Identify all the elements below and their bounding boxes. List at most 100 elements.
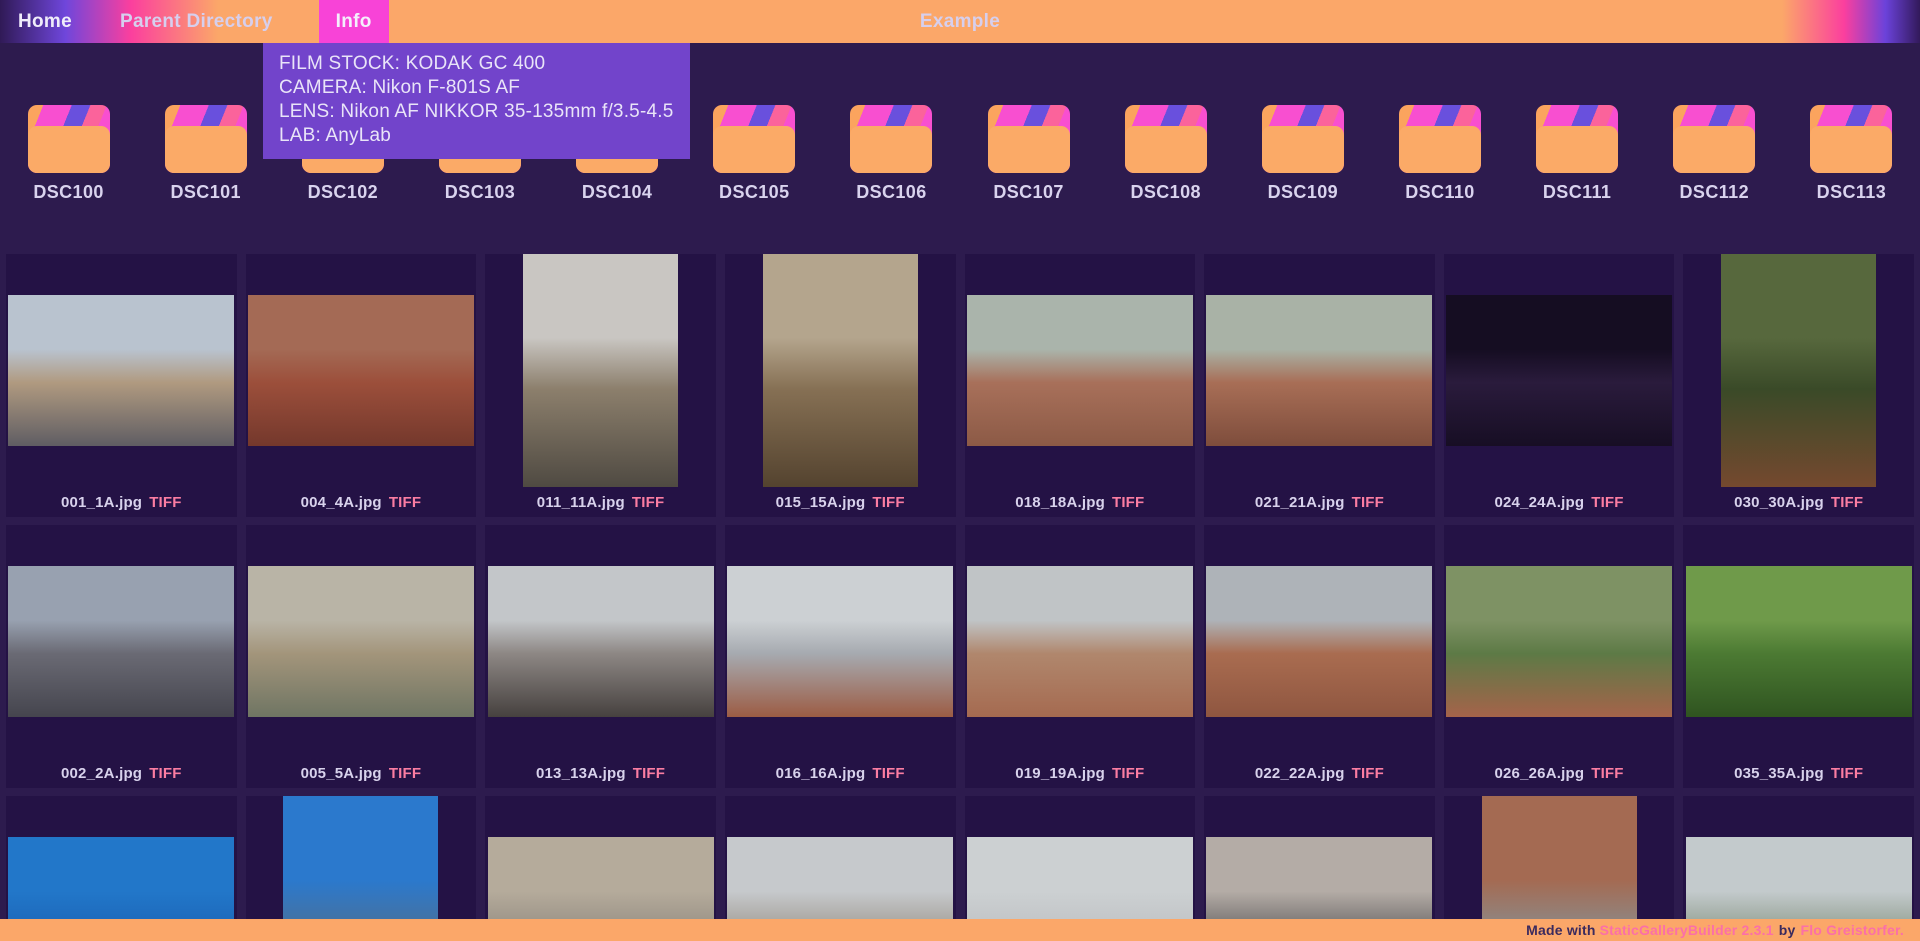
nav-parent-directory-link[interactable]: Parent Directory (104, 0, 289, 43)
tiff-link[interactable]: TIFF (389, 494, 421, 511)
photo-filename-link[interactable]: 015_15A.jpg (776, 494, 866, 511)
folder-item-dsc108[interactable]: DSC108 (1097, 105, 1234, 210)
photo-filename-link[interactable]: 018_18A.jpg (1015, 494, 1105, 511)
tiff-link[interactable]: TIFF (1831, 765, 1863, 782)
info-lab: LAB: AnyLab (279, 124, 674, 148)
photo-caption: 026_26A.jpg TIFF (1494, 758, 1623, 788)
thumbnail-box (1204, 254, 1435, 487)
thumbnail-box (485, 525, 716, 758)
footer-author-link[interactable]: Flo Greistorfer. (1800, 922, 1904, 938)
info-lens: LENS: Nikon AF NIKKOR 35-135mm f/3.5-4.5 (279, 100, 674, 124)
photo-caption: 005_5A.jpg TIFF (301, 758, 422, 788)
folder-item-dsc100[interactable]: DSC100 (0, 105, 137, 210)
photo-filename-link[interactable]: 001_1A.jpg (61, 494, 142, 511)
folder-label: DSC111 (1543, 182, 1611, 203)
folder-label: DSC109 (1268, 182, 1338, 203)
folder-item-dsc101[interactable]: DSC101 (137, 105, 274, 210)
tiff-link[interactable]: TIFF (1352, 494, 1384, 511)
folder-item-dsc112[interactable]: DSC112 (1646, 105, 1783, 210)
photo-thumbnail[interactable] (967, 295, 1193, 446)
tiff-link[interactable]: TIFF (633, 765, 665, 782)
gallery-cell: 013_13A.jpg TIFF (485, 525, 716, 788)
tiff-link[interactable]: TIFF (872, 765, 904, 782)
tiff-link[interactable]: TIFF (1591, 494, 1623, 511)
photo-thumbnail[interactable] (1206, 295, 1432, 446)
folder-item-dsc106[interactable]: DSC106 (823, 105, 960, 210)
folder-item-dsc111[interactable]: DSC111 (1509, 105, 1646, 210)
photo-filename-link[interactable]: 005_5A.jpg (301, 765, 382, 782)
folder-label: DSC106 (856, 182, 926, 203)
tiff-link[interactable]: TIFF (872, 494, 904, 511)
gallery-cell: 005_5A.jpg TIFF (246, 525, 477, 788)
photo-filename-link[interactable]: 013_13A.jpg (536, 765, 626, 782)
nav-home-link[interactable]: Home (2, 0, 88, 43)
photo-thumbnail[interactable] (967, 566, 1193, 717)
photo-thumbnail[interactable] (1721, 254, 1876, 487)
photo-thumbnail[interactable] (1686, 566, 1912, 717)
photo-caption: 013_13A.jpg TIFF (536, 758, 665, 788)
gallery-cell: 001_1A.jpg TIFF (6, 254, 237, 517)
folder-item-dsc110[interactable]: DSC110 (1371, 105, 1508, 210)
gallery-cell: 004_4A.jpg TIFF (246, 254, 477, 517)
photo-filename-link[interactable]: 011_11A.jpg (537, 494, 625, 511)
tiff-link[interactable]: TIFF (1831, 494, 1863, 511)
gallery-cell: 026_26A.jpg TIFF (1444, 525, 1675, 788)
photo-caption: 021_21A.jpg TIFF (1255, 487, 1384, 517)
photo-filename-link[interactable]: 024_24A.jpg (1494, 494, 1584, 511)
folder-item-dsc107[interactable]: DSC107 (960, 105, 1097, 210)
folder-label: DSC107 (993, 182, 1063, 203)
photo-caption: 016_16A.jpg TIFF (776, 758, 905, 788)
tiff-link[interactable]: TIFF (632, 494, 664, 511)
photo-caption: 030_30A.jpg TIFF (1734, 487, 1863, 517)
gallery-cell: 016_16A.jpg TIFF (725, 525, 956, 788)
footer-builder-link[interactable]: StaticGalleryBuilder 2.3.1 (1600, 922, 1774, 938)
folder-item-dsc105[interactable]: DSC105 (686, 105, 823, 210)
thumbnail-box (725, 254, 956, 487)
photo-thumbnail[interactable] (8, 566, 234, 717)
thumbnail-box (725, 525, 956, 758)
folder-icon (713, 105, 795, 173)
photo-filename-link[interactable]: 022_22A.jpg (1255, 765, 1345, 782)
photo-filename-link[interactable]: 004_4A.jpg (301, 494, 382, 511)
tiff-link[interactable]: TIFF (149, 494, 181, 511)
folder-item-dsc113[interactable]: DSC113 (1783, 105, 1920, 210)
photo-caption: 002_2A.jpg TIFF (61, 758, 182, 788)
nav-info-link[interactable]: Info (319, 0, 389, 43)
photo-filename-link[interactable]: 002_2A.jpg (61, 765, 142, 782)
photo-filename-link[interactable]: 026_26A.jpg (1494, 765, 1584, 782)
photo-filename-link[interactable]: 019_19A.jpg (1015, 765, 1105, 782)
photo-filename-link[interactable]: 021_21A.jpg (1255, 494, 1345, 511)
tiff-link[interactable]: TIFF (1112, 765, 1144, 782)
photo-filename-link[interactable]: 035_35A.jpg (1734, 765, 1824, 782)
photo-thumbnail[interactable] (248, 566, 474, 717)
photo-thumbnail[interactable] (1446, 295, 1672, 446)
photo-thumbnail[interactable] (248, 295, 474, 446)
tiff-link[interactable]: TIFF (1112, 494, 1144, 511)
photo-thumbnail[interactable] (488, 566, 714, 717)
gallery-grid: 001_1A.jpg TIFF 004_4A.jpg TIFF 011_11A.jpg T… (6, 254, 1914, 941)
photo-thumbnail[interactable] (763, 254, 918, 487)
thumbnail-box (6, 254, 237, 487)
photo-thumbnail[interactable] (8, 295, 234, 446)
gallery-cell: 021_21A.jpg TIFF (1204, 254, 1435, 517)
gallery-cell: 022_22A.jpg TIFF (1204, 525, 1435, 788)
thumbnail-box (965, 525, 1196, 758)
folder-icon (1810, 105, 1892, 173)
photo-thumbnail[interactable] (727, 566, 953, 717)
photo-thumbnail[interactable] (1206, 566, 1432, 717)
photo-thumbnail[interactable] (523, 254, 678, 487)
tiff-link[interactable]: TIFF (1352, 765, 1384, 782)
folder-item-dsc109[interactable]: DSC109 (1234, 105, 1371, 210)
thumbnail-box (1683, 525, 1914, 758)
photo-thumbnail[interactable] (1446, 566, 1672, 717)
folder-icon (1399, 105, 1481, 173)
info-film-stock: FILM STOCK: KODAK GC 400 (279, 52, 674, 76)
tiff-link[interactable]: TIFF (149, 765, 181, 782)
photo-caption: 022_22A.jpg TIFF (1255, 758, 1384, 788)
folder-label: DSC102 (308, 182, 378, 203)
photo-filename-link[interactable]: 016_16A.jpg (776, 765, 866, 782)
thumbnail-box (246, 254, 477, 487)
tiff-link[interactable]: TIFF (1591, 765, 1623, 782)
photo-filename-link[interactable]: 030_30A.jpg (1734, 494, 1824, 511)
tiff-link[interactable]: TIFF (389, 765, 421, 782)
